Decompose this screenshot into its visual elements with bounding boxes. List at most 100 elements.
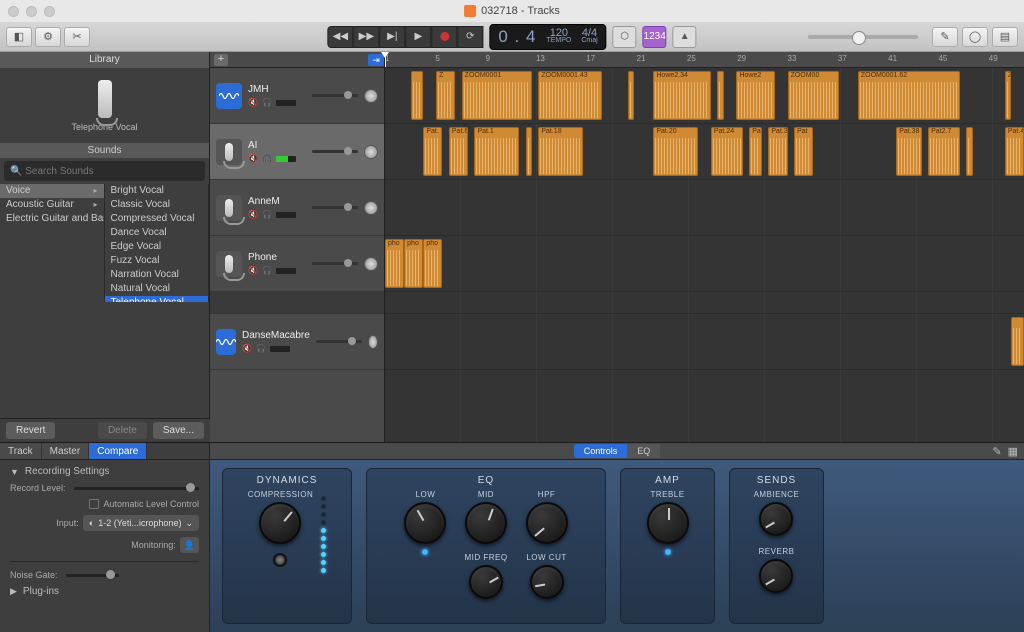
track-volume-slider[interactable] <box>312 150 358 153</box>
track-volume-slider[interactable] <box>312 262 358 265</box>
library-category-item[interactable]: Voice▸ <box>0 184 104 198</box>
auto-level-checkbox[interactable] <box>89 499 99 509</box>
audio-region[interactable]: Pat.6 <box>449 127 468 176</box>
notepad-button[interactable]: ✎ <box>932 27 958 47</box>
audio-region[interactable]: Pat.1 <box>474 127 519 176</box>
knob-midfreq[interactable] <box>469 565 503 599</box>
tuner-button[interactable]: ⬡ <box>613 26 637 48</box>
library-revert-button[interactable]: Revert <box>6 422 55 439</box>
track-volume-slider[interactable] <box>316 340 362 343</box>
library-toggle-button[interactable]: ◧ <box>6 27 32 47</box>
mute-button[interactable]: 🔇 <box>248 154 258 163</box>
track-pan-knob[interactable] <box>368 335 378 349</box>
track-lane[interactable]: ZZOOM0001ZOOM0001.43Howe2.34Howe2ZOOM00Z… <box>385 68 1024 124</box>
inspector-tab-track[interactable]: Track <box>0 443 42 459</box>
media-browser-button[interactable]: ▤ <box>992 27 1018 47</box>
forward-button[interactable]: ▶▶ <box>353 26 379 48</box>
solo-button[interactable]: 🎧 <box>262 266 272 275</box>
play-button[interactable]: ▶ <box>405 26 431 48</box>
track-pan-knob[interactable] <box>364 89 378 103</box>
lcd-display[interactable]: 0 . 4 120TEMPO 4/4Cmaj <box>489 24 606 50</box>
library-preset-item[interactable]: Bright Vocal <box>105 184 209 198</box>
audio-region[interactable] <box>411 71 424 120</box>
audio-region[interactable]: Z <box>436 71 455 120</box>
audio-region[interactable] <box>1011 317 1024 366</box>
knob-ambience[interactable] <box>759 502 793 536</box>
knob-mid[interactable] <box>465 502 507 544</box>
track-lane[interactable] <box>385 314 1024 370</box>
audio-region[interactable]: Howe2.34 <box>653 71 711 120</box>
timeline-ruler[interactable]: 15913172125293337414549 <box>385 52 1024 67</box>
audio-region[interactable]: Pat <box>794 127 813 176</box>
add-track-button[interactable]: + <box>214 54 228 66</box>
track-header[interactable]: AI🔇🎧 <box>210 124 384 180</box>
audio-region[interactable]: Pat.24 <box>711 127 743 176</box>
library-preset-item[interactable]: Classic Vocal <box>105 198 209 212</box>
inspector-tab-compare[interactable]: Compare <box>89 443 147 459</box>
audio-region[interactable]: Pat <box>749 127 762 176</box>
zoom-window-button[interactable] <box>44 6 55 17</box>
audio-region[interactable] <box>526 127 532 176</box>
audio-region[interactable]: ZOOM0001.43 <box>538 71 602 120</box>
knob-reverb[interactable] <box>759 559 793 593</box>
record-button[interactable] <box>431 26 457 48</box>
track-header[interactable]: JMH🔇🎧 <box>210 68 384 124</box>
library-preset-item[interactable]: Fuzz Vocal <box>105 254 209 268</box>
record-level-slider[interactable] <box>74 487 199 490</box>
track-header[interactable]: Phone🔇🎧 <box>210 236 384 292</box>
inspector-tab-master[interactable]: Master <box>42 443 90 459</box>
arrange-grid[interactable]: ZZOOM0001ZOOM0001.43Howe2.34Howe2ZOOM00Z… <box>385 68 1024 442</box>
smart-tab-controls[interactable]: Controls <box>574 444 628 458</box>
track-header[interactable]: AnneM🔇🎧 <box>210 180 384 236</box>
track-header[interactable]: DanseMacabre🔇🎧 <box>210 314 384 370</box>
audio-region[interactable]: Pat.18 <box>538 127 583 176</box>
mute-button[interactable]: 🔇 <box>248 266 258 275</box>
audio-region[interactable]: ZOOM0001 <box>462 71 532 120</box>
track-lane[interactable] <box>385 180 1024 236</box>
audio-region[interactable] <box>628 71 634 120</box>
cycle-button[interactable]: ⟳ <box>457 26 483 48</box>
minimize-window-button[interactable] <box>26 6 37 17</box>
metronome-button[interactable]: ▲ <box>673 26 697 48</box>
library-category-item[interactable]: Acoustic Guitar▸ <box>0 198 104 212</box>
noise-gate-slider[interactable] <box>66 574 119 577</box>
track-pan-knob[interactable] <box>364 201 378 215</box>
track-volume-slider[interactable] <box>312 94 358 97</box>
mute-button[interactable]: 🔇 <box>248 98 258 107</box>
audio-region[interactable]: Pat2.7 <box>928 127 960 176</box>
count-in-button[interactable]: 1234 <box>643 26 667 48</box>
library-delete-button[interactable]: Delete <box>98 422 147 439</box>
smart-controls-toggle-button[interactable]: ⚙ <box>35 27 61 47</box>
solo-button[interactable]: 🎧 <box>262 98 272 107</box>
audio-region[interactable]: ZOOM0001.62 <box>858 71 960 120</box>
solo-button[interactable]: 🎧 <box>262 210 272 219</box>
track-volume-slider[interactable] <box>312 206 358 209</box>
audio-region[interactable]: Pat.4 <box>1005 127 1024 176</box>
audio-region[interactable]: Howe2 <box>736 71 774 120</box>
library-search-input[interactable]: 🔍 Search Sounds <box>4 161 205 181</box>
audio-region[interactable] <box>966 127 972 176</box>
stop-button[interactable]: ▶| <box>379 26 405 48</box>
input-select[interactable]: ◐ 1-2 (Yeti...icrophone) ⌄ <box>83 515 199 531</box>
mute-button[interactable]: 🔇 <box>248 210 258 219</box>
audio-region[interactable]: Pat.38 <box>896 127 922 176</box>
audio-region[interactable]: pho <box>423 239 442 288</box>
knob-treble[interactable] <box>647 502 689 544</box>
track-pan-knob[interactable] <box>364 145 378 159</box>
inspector-panel-icon[interactable]: ▦ <box>1008 445 1018 458</box>
master-volume-slider[interactable] <box>808 35 918 39</box>
loop-browser-button[interactable]: ◯ <box>962 27 988 47</box>
library-category-item[interactable]: Electric Guitar and Bass▸ <box>0 212 104 226</box>
knob-hpf[interactable] <box>526 502 568 544</box>
audio-region[interactable] <box>717 71 723 120</box>
plugins-header[interactable]: Plug-ins <box>23 586 59 597</box>
audio-region[interactable]: Pat.34 <box>768 127 787 176</box>
audio-region[interactable]: Z <box>1005 71 1011 120</box>
track-lane[interactable]: phophopho <box>385 236 1024 292</box>
track-lane[interactable]: Pat.Pat.6Pat.1Pat.18Pat.20Pat.24PatPat.3… <box>385 124 1024 180</box>
editors-toggle-button[interactable]: ✂ <box>64 27 90 47</box>
library-preset-item[interactable]: Compressed Vocal <box>105 212 209 226</box>
inspector-edit-icon[interactable]: ✎ <box>992 445 1001 458</box>
library-preset-item[interactable]: Edge Vocal <box>105 240 209 254</box>
solo-button[interactable]: 🎧 <box>256 344 266 353</box>
